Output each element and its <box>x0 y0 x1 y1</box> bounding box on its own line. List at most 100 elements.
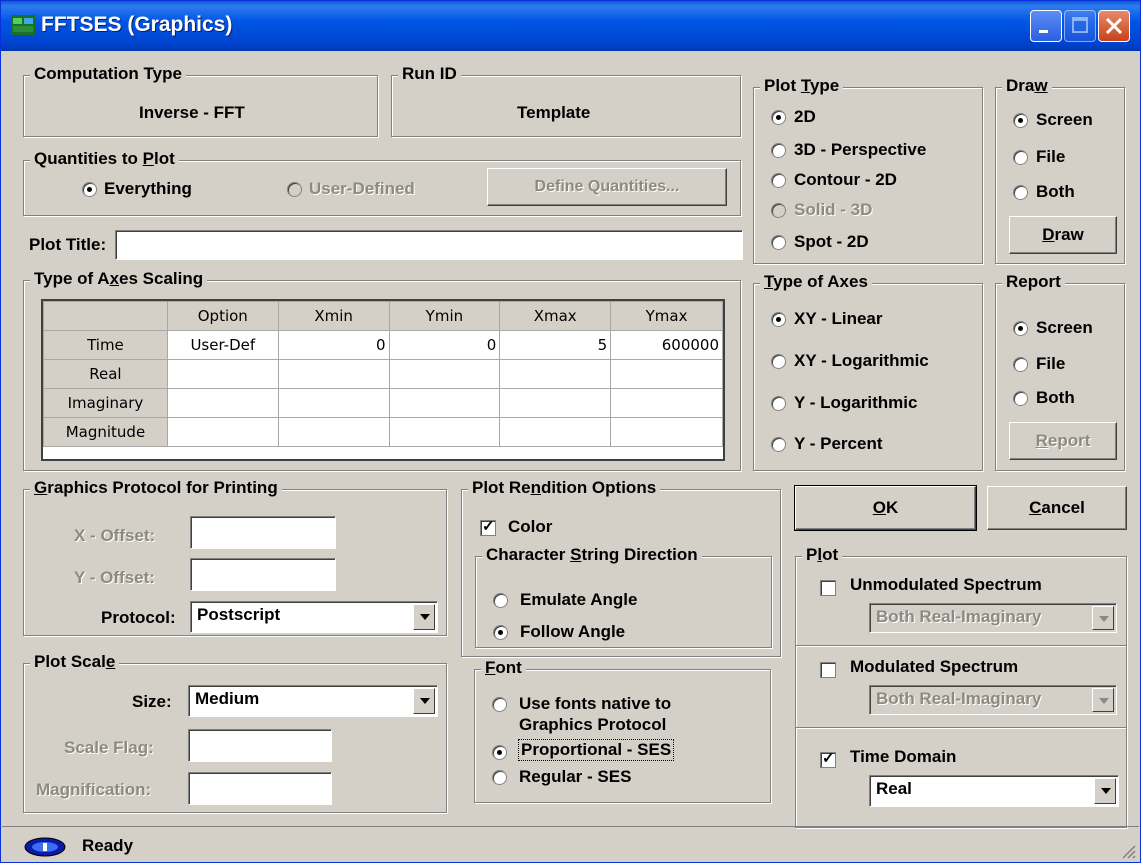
report-screen-radio[interactable] <box>1013 321 1028 336</box>
string-direction-group: Character String Direction Emulate Angle… <box>475 545 772 648</box>
unmodulated-spectrum-checkbox[interactable] <box>820 580 836 596</box>
plot-type-spot-label[interactable]: Spot - 2D <box>794 232 869 252</box>
y-percent-label[interactable]: Y - Percent <box>794 434 883 454</box>
y-percent-radio[interactable] <box>771 437 786 452</box>
grid-cell[interactable] <box>277 359 390 389</box>
color-checkbox[interactable] <box>480 517 496 536</box>
y-logarithmic-label[interactable]: Y - Logarithmic <box>794 393 917 413</box>
draw-screen-radio[interactable] <box>1013 113 1028 128</box>
modulated-spectrum-checkbox[interactable] <box>820 662 836 678</box>
report-both-radio[interactable] <box>1013 391 1028 406</box>
chevron-down-icon[interactable] <box>413 688 435 714</box>
emulate-angle-radio[interactable] <box>493 593 508 608</box>
regular-ses-label[interactable]: Regular - SES <box>519 767 631 787</box>
grid-cell[interactable] <box>166 417 279 447</box>
native-fonts-radio[interactable] <box>492 697 507 712</box>
minimize-button[interactable] <box>1030 10 1062 42</box>
native-fonts-label[interactable]: Use fonts native to <box>519 694 671 714</box>
plot-type-3d-perspective-label[interactable]: 3D - Perspective <box>794 140 926 160</box>
plot-title-input[interactable] <box>115 230 743 260</box>
report-file-label[interactable]: File <box>1036 354 1065 374</box>
draw-file-radio[interactable] <box>1013 150 1028 165</box>
xy-logarithmic-radio[interactable] <box>771 354 786 369</box>
grid-cell[interactable]: 5 <box>499 330 612 360</box>
xy-linear-radio[interactable] <box>771 312 786 327</box>
time-domain-select[interactable]: Real <box>869 775 1119 807</box>
plot-type-3d-perspective-radio[interactable] <box>771 143 786 158</box>
draw-label: Draw <box>1002 76 1052 96</box>
time-domain-label[interactable]: Time Domain <box>850 747 956 767</box>
maximize-button[interactable] <box>1064 10 1096 42</box>
close-button[interactable] <box>1098 10 1130 42</box>
draw-file-label[interactable]: File <box>1036 147 1065 167</box>
report-file-radio[interactable] <box>1013 357 1028 372</box>
draw-both-radio[interactable] <box>1013 185 1028 200</box>
proportional-ses-radio[interactable] <box>492 745 507 760</box>
plot-type-2d-radio[interactable] <box>771 110 786 125</box>
grid-cell[interactable] <box>499 417 612 447</box>
grid-cell[interactable] <box>166 388 279 418</box>
plot-type-2d-label[interactable]: 2D <box>794 107 816 127</box>
follow-angle-label[interactable]: Follow Angle <box>520 622 625 642</box>
draw-button[interactable]: Draw <box>1009 216 1117 254</box>
color-label[interactable]: Color <box>508 517 552 537</box>
grid-cell[interactable] <box>610 359 723 389</box>
plot-scale-label: Plot Scale <box>30 652 120 672</box>
follow-angle-radio[interactable] <box>493 625 508 640</box>
string-direction-label: Character String Direction <box>482 545 702 565</box>
regular-ses-radio[interactable] <box>492 770 507 785</box>
axes-scaling-grid[interactable]: Option Xmin Ymin Xmax Ymax Time User-Def… <box>43 301 723 447</box>
plot-type-contour-radio[interactable] <box>771 173 786 188</box>
grid-cell[interactable] <box>499 388 612 418</box>
grid-cell[interactable] <box>610 388 723 418</box>
scale-flag-input[interactable] <box>188 729 332 762</box>
x-offset-input[interactable] <box>190 516 336 549</box>
plot-type-spot-radio[interactable] <box>771 235 786 250</box>
everything-radio[interactable] <box>82 182 97 197</box>
computation-type-label: Computation Type <box>30 64 186 84</box>
xy-linear-label[interactable]: XY - Linear <box>794 309 883 329</box>
magnification-input[interactable] <box>188 772 332 805</box>
quantities-label: Quantities to Plot <box>30 149 179 169</box>
unmodulated-spectrum-label[interactable]: Unmodulated Spectrum <box>850 575 1042 595</box>
report-both-label[interactable]: Both <box>1036 388 1075 408</box>
grid-cell[interactable] <box>610 417 723 447</box>
cancel-button[interactable]: Cancel <box>987 486 1127 530</box>
native-fonts-label-line2[interactable]: Graphics Protocol <box>519 715 666 735</box>
time-domain-checkbox[interactable] <box>820 749 836 768</box>
everything-label[interactable]: Everything <box>104 179 192 199</box>
grid-header-xmax: Xmax <box>499 301 612 331</box>
grid-cell[interactable]: User-Def <box>166 330 279 360</box>
table-row: Real <box>43 359 723 389</box>
grid-cell[interactable] <box>388 359 501 389</box>
grid-cell[interactable] <box>388 417 501 447</box>
y-logarithmic-radio[interactable] <box>771 396 786 411</box>
y-offset-input[interactable] <box>190 558 336 591</box>
grid-cell[interactable] <box>277 388 390 418</box>
protocol-select[interactable]: Postscript <box>190 601 438 633</box>
ok-button[interactable]: OK <box>794 485 977 531</box>
chevron-down-icon[interactable] <box>413 604 435 630</box>
report-screen-label[interactable]: Screen <box>1036 318 1093 338</box>
proportional-ses-label[interactable]: Proportional - SES <box>517 739 675 761</box>
grid-header-xmin: Xmin <box>277 301 390 331</box>
grid-cell[interactable] <box>388 388 501 418</box>
draw-screen-label[interactable]: Screen <box>1036 110 1093 130</box>
draw-both-label[interactable]: Both <box>1036 182 1075 202</box>
size-value: Medium <box>195 689 260 708</box>
grid-cell[interactable] <box>277 417 390 447</box>
grid-cell[interactable]: 600000 <box>610 330 723 360</box>
grid-cell[interactable] <box>499 359 612 389</box>
plot-type-contour-label[interactable]: Contour - 2D <box>794 170 897 190</box>
resize-grip-icon[interactable] <box>1120 843 1136 859</box>
chevron-down-icon[interactable] <box>1094 778 1116 804</box>
size-select[interactable]: Medium <box>188 685 438 717</box>
modulated-spectrum-label[interactable]: Modulated Spectrum <box>850 657 1018 677</box>
grid-cell[interactable]: 0 <box>388 330 501 360</box>
xy-logarithmic-label[interactable]: XY - Logarithmic <box>794 351 929 371</box>
emulate-angle-label[interactable]: Emulate Angle <box>520 590 637 610</box>
grid-cell[interactable]: 0 <box>277 330 390 360</box>
title-bar[interactable]: FFTSES (Graphics) <box>1 1 1140 51</box>
plot-group: Plot Unmodulated Spectrum Both Real-Imag… <box>795 545 1127 828</box>
grid-cell[interactable] <box>166 359 279 389</box>
